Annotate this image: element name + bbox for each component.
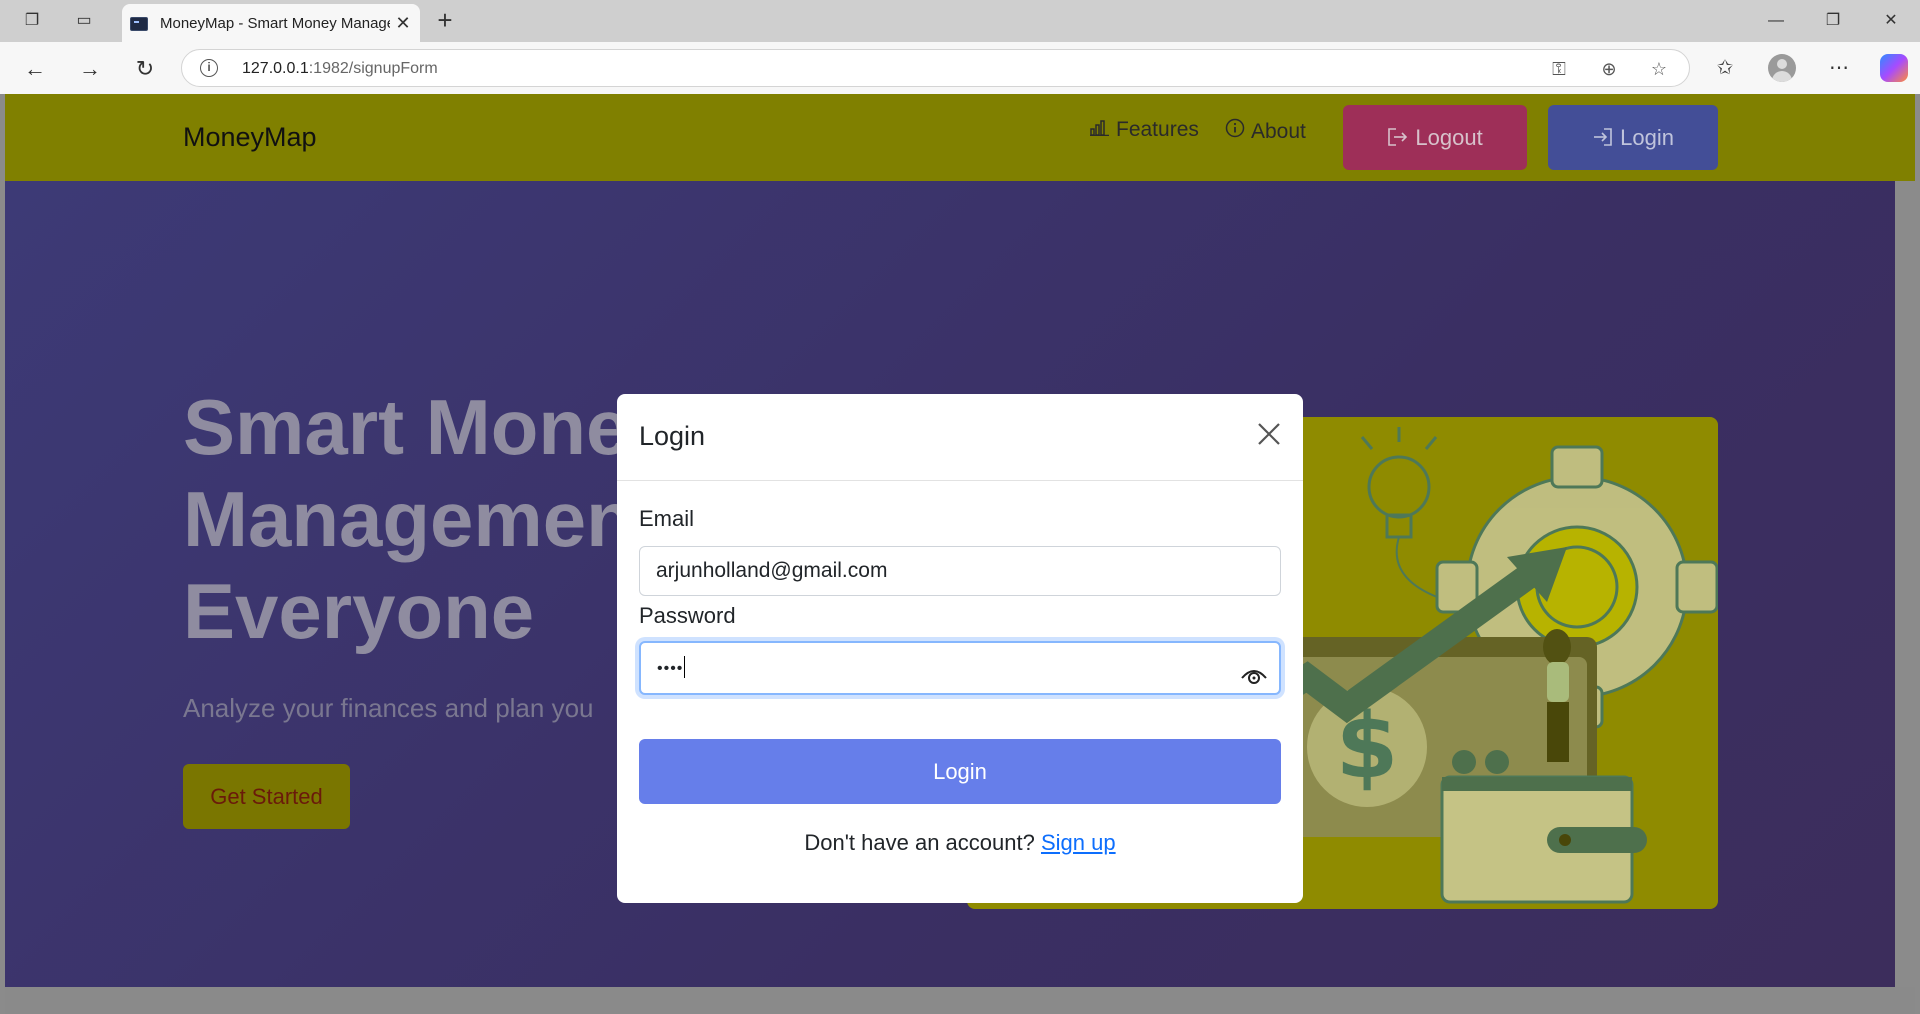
email-field[interactable]: arjunholland@gmail.com bbox=[639, 546, 1281, 596]
brand-logo[interactable]: MoneyMap bbox=[183, 122, 317, 153]
password-label: Password bbox=[639, 603, 736, 628]
login-modal: Login Email arjunholland@gmail.com Passw… bbox=[617, 394, 1303, 903]
close-icon[interactable] bbox=[1253, 418, 1285, 450]
tab-title: MoneyMap - Smart Money Management bbox=[160, 15, 390, 32]
signup-link[interactable]: Sign up bbox=[1041, 830, 1116, 855]
password-field[interactable]: •••• bbox=[639, 641, 1281, 695]
email-label: Email bbox=[639, 506, 695, 531]
url-text[interactable]: 127.0.0.1:1982/signupForm bbox=[242, 60, 438, 78]
profile-avatar[interactable] bbox=[1768, 54, 1796, 82]
page-footer-strip bbox=[5, 987, 1915, 1014]
copilot-icon[interactable] bbox=[1880, 54, 1908, 82]
nav-about-label: About bbox=[1251, 120, 1306, 143]
nav-features-label: Features bbox=[1116, 118, 1199, 141]
logout-icon bbox=[1387, 125, 1415, 150]
browser-tab[interactable]: MoneyMap - Smart Money Management ✕ bbox=[122, 4, 420, 42]
site-navbar: MoneyMap Features About Logout Login bbox=[5, 94, 1915, 181]
back-icon[interactable]: ← bbox=[20, 54, 50, 84]
text-caret bbox=[684, 656, 686, 679]
no-account-text: Don't have an account? bbox=[804, 830, 1035, 855]
nav-login-label: Login bbox=[1620, 125, 1674, 150]
password-value: •••• bbox=[657, 660, 684, 677]
site-info-icon[interactable]: i bbox=[200, 59, 218, 77]
bar-chart-icon bbox=[1090, 118, 1110, 142]
browser-tab-bar: ❐ ▭ MoneyMap - Smart Money Management ✕ … bbox=[0, 0, 1920, 42]
forward-icon[interactable]: → bbox=[75, 54, 105, 84]
get-started-button[interactable]: Get Started bbox=[183, 764, 350, 829]
nav-login-button[interactable]: Login bbox=[1548, 105, 1718, 170]
logout-label: Logout bbox=[1415, 125, 1483, 150]
favorite-star-icon[interactable]: ☆ bbox=[1648, 58, 1670, 80]
new-tab-button[interactable]: + bbox=[432, 7, 458, 34]
info-circle-icon bbox=[1225, 118, 1245, 144]
restore-icon[interactable]: ❐ bbox=[1813, 6, 1853, 36]
hero-subtitle: Analyze your finances and plan you bbox=[183, 693, 594, 723]
workspaces-icon[interactable]: ❐ bbox=[20, 9, 44, 33]
favorites-icon[interactable]: ✩ bbox=[1711, 54, 1739, 82]
modal-header: Login bbox=[617, 394, 1303, 481]
login-submit-button[interactable]: Login bbox=[639, 739, 1281, 804]
nav-about[interactable]: About bbox=[1225, 118, 1306, 144]
minimize-icon[interactable]: — bbox=[1756, 6, 1796, 36]
logout-button[interactable]: Logout bbox=[1343, 105, 1527, 170]
close-tab-icon[interactable]: ✕ bbox=[392, 12, 414, 34]
tab-actions-icon[interactable]: ▭ bbox=[72, 9, 96, 33]
eye-icon[interactable] bbox=[1241, 657, 1267, 684]
zoom-icon[interactable]: ⊕ bbox=[1598, 58, 1620, 80]
key-icon[interactable]: ⚿ bbox=[1548, 58, 1570, 80]
address-bar[interactable]: i 127.0.0.1:1982/signupForm ⚿ ⊕ ☆ bbox=[181, 49, 1690, 87]
login-icon bbox=[1592, 125, 1620, 150]
page-backdrop: MoneyMap Features About Logout Login Sma… bbox=[0, 94, 1920, 1014]
refresh-icon[interactable]: ↻ bbox=[130, 54, 160, 84]
browser-toolbar: ← → ↻ i 127.0.0.1:1982/signupForm ⚿ ⊕ ☆ … bbox=[0, 42, 1920, 94]
nav-features[interactable]: Features bbox=[1090, 118, 1199, 142]
close-window-icon[interactable]: ✕ bbox=[1871, 6, 1911, 36]
more-options-icon[interactable]: ⋯ bbox=[1825, 54, 1853, 82]
favicon-icon bbox=[130, 17, 148, 31]
signup-prompt: Don't have an account? Sign up bbox=[617, 830, 1303, 856]
modal-title: Login bbox=[639, 421, 706, 451]
